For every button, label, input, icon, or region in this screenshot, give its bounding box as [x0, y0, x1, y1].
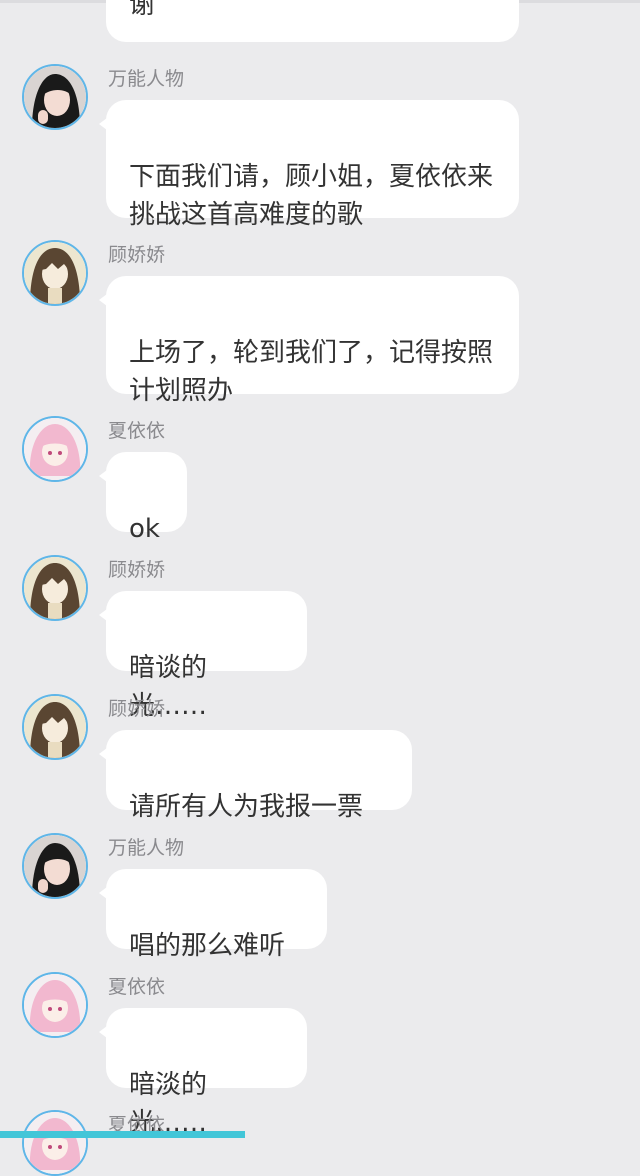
- photo-girl-avatar[interactable]: [22, 833, 88, 899]
- anime-pink-hair-avatar[interactable]: [22, 972, 88, 1038]
- message-text: 上场了，轮到我们了，记得按照计划照办: [129, 338, 494, 406]
- message-text: 请所有人为我报一票: [129, 792, 364, 822]
- sender-name: 万能人物: [108, 68, 185, 90]
- anime-brown-hair-avatar[interactable]: [22, 555, 88, 621]
- anime-pink-hair-avatar[interactable]: [22, 1110, 88, 1176]
- message-bubble[interactable]: 唱的那么难听: [99, 869, 327, 961]
- message-text: ok: [129, 514, 160, 544]
- bottom-progress-bar: [0, 1131, 245, 1138]
- sender-name: 顾娇娇: [108, 698, 166, 720]
- anime-pink-hair-avatar[interactable]: [22, 416, 88, 482]
- anime-brown-hair-avatar[interactable]: [22, 694, 88, 760]
- sender-name: 夏依依: [108, 420, 166, 442]
- sender-name: 万能人物: [108, 837, 185, 859]
- message-bubble[interactable]: 下面我们请，顾小姐，夏依依来挑战这首高难度的歌: [99, 100, 519, 230]
- message-bubble[interactable]: 暗谈的光……: [99, 591, 307, 721]
- message-bubble-partial[interactable]: 谢: [106, 0, 519, 42]
- photo-girl-avatar[interactable]: [22, 64, 88, 130]
- message-bubble[interactable]: 上场了，轮到我们了，记得按照计划照办: [99, 276, 519, 406]
- message-bubble[interactable]: ok: [99, 452, 187, 544]
- sender-name: 夏依依: [108, 976, 166, 998]
- message-text: 谢: [129, 0, 156, 20]
- anime-brown-hair-avatar[interactable]: [22, 240, 88, 306]
- sender-name: 顾娇娇: [108, 559, 166, 581]
- message-bubble[interactable]: 暗淡的光……: [99, 1008, 307, 1138]
- message-bubble[interactable]: 请所有人为我报一票: [99, 730, 412, 822]
- message-text: 下面我们请，顾小姐，夏依依来挑战这首高难度的歌: [129, 162, 494, 230]
- message-text: 唱的那么难听: [129, 931, 286, 961]
- sender-name: 顾娇娇: [108, 244, 166, 266]
